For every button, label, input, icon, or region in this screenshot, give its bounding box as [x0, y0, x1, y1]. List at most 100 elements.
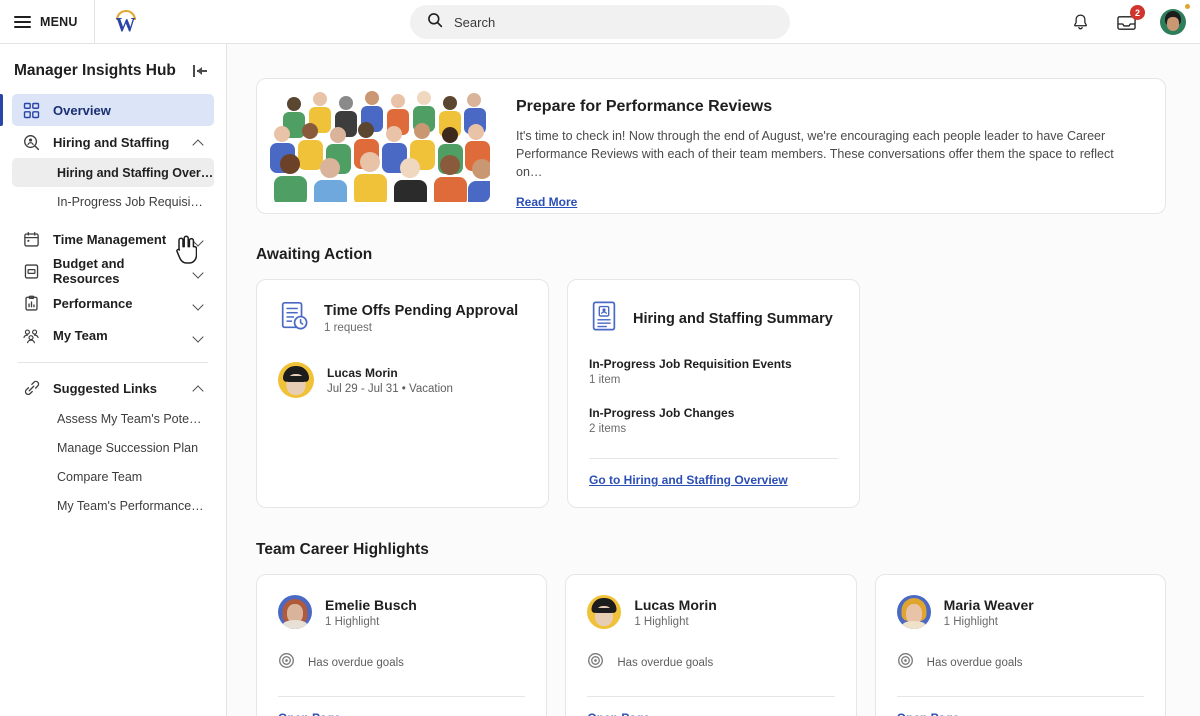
- suggested-link-manage-succession-plan[interactable]: Manage Succession Plan: [12, 433, 214, 462]
- menu-button[interactable]: MENU: [0, 0, 95, 44]
- highlight-count: 1 Highlight: [634, 615, 689, 628]
- employee-name: Lucas Morin: [634, 596, 717, 613]
- collapse-panel-icon[interactable]: [192, 63, 210, 79]
- sidebar-item-suggested-links[interactable]: Suggested Links: [12, 372, 214, 404]
- card-icon: [22, 262, 40, 280]
- sidebar-item-label: Overview: [53, 102, 111, 118]
- chevron-down-icon[interactable]: [193, 268, 204, 275]
- highlight-card-maria-weaver: Maria Weaver 1 Highlight Has overdue goa…: [874, 574, 1166, 716]
- top-bar: MENU W Search 2: [0, 0, 1200, 44]
- time-offs-title: Time Offs Pending Approval: [324, 303, 519, 319]
- chevron-up-icon[interactable]: [193, 139, 204, 146]
- document-person-icon: [589, 300, 619, 337]
- summary-row-label: In-Progress Job Requisition Events: [589, 357, 792, 371]
- inbox-button[interactable]: 2: [1114, 5, 1145, 34]
- request-dates: Jul 29 - Jul 31 • Vacation: [327, 382, 453, 395]
- search-person-icon: [22, 133, 40, 151]
- calendar-icon: [22, 230, 40, 248]
- read-more-link[interactable]: Read More: [516, 195, 577, 209]
- employee-name: Emelie Busch: [325, 596, 417, 613]
- suggested-link-label: Assess My Team's Pote…: [57, 411, 202, 426]
- highlight-count: 1 Highlight: [943, 615, 998, 628]
- sidebar-item-label: Budget and Resources: [53, 256, 125, 286]
- diverse-people-illustration: [268, 90, 490, 202]
- search-input[interactable]: Search: [454, 15, 495, 30]
- open-page-link[interactable]: Open Page: [587, 711, 834, 716]
- link-chain-icon: [22, 379, 40, 397]
- summary-row-requisition-events: In-Progress Job Requisition Events 1 ite…: [589, 357, 838, 386]
- summary-row-value: 2 items: [589, 423, 627, 435]
- sidebar-subitem-hiring-overview[interactable]: Hiring and Staffing Over…: [12, 158, 214, 187]
- chevron-down-icon[interactable]: [193, 300, 204, 307]
- sidebar-item-overview[interactable]: Overview: [0, 94, 214, 126]
- notifications-button[interactable]: [1068, 10, 1092, 34]
- announcement-title: Prepare for Performance Reviews: [516, 98, 773, 115]
- people-group-icon: [22, 326, 40, 344]
- logo-letter: W: [115, 13, 136, 36]
- sidebar-divider: [18, 362, 208, 363]
- summary-row-value: 1 item: [589, 374, 621, 386]
- suggested-link-label: Manage Succession Plan: [57, 440, 199, 455]
- user-avatar[interactable]: [1160, 9, 1186, 35]
- sidebar-item-budget-and-resources[interactable]: Budget and Resources: [12, 255, 214, 287]
- sidebar-subitem-label: Hiring and Staffing Over…: [57, 165, 214, 180]
- employee-name: Maria Weaver: [943, 596, 1034, 613]
- clipboard-chart-icon: [22, 294, 40, 312]
- workday-logo[interactable]: W: [95, 0, 157, 44]
- target-icon: [587, 652, 604, 674]
- chevron-down-icon[interactable]: [193, 332, 204, 339]
- search-box[interactable]: Search: [410, 5, 790, 39]
- highlight-status: Has overdue goals: [308, 657, 404, 669]
- status-dot: [1185, 4, 1190, 9]
- chevron-down-icon[interactable]: [193, 236, 204, 243]
- sidebar-subitem-label: In-Progress Job Requisi…: [57, 194, 203, 209]
- top-bar-actions: 2: [1068, 0, 1190, 44]
- hamburger-icon: [14, 15, 31, 28]
- sidebar: Manager Insights Hub Overview Hiring and…: [0, 44, 227, 716]
- chevron-up-icon[interactable]: [193, 385, 204, 392]
- announcement-card: Prepare for Performance Reviews It's tim…: [256, 78, 1166, 214]
- sidebar-item-label: My Team: [53, 327, 108, 343]
- sidebar-subitem-in-progress-job-requisitions[interactable]: In-Progress Job Requisi…: [12, 187, 214, 216]
- time-off-request-row[interactable]: Lucas Morin Jul 29 - Jul 31 • Vacation: [278, 362, 527, 398]
- main-content: Prepare for Performance Reviews It's tim…: [227, 44, 1200, 716]
- highlight-status: Has overdue goals: [617, 657, 714, 669]
- suggested-link-label: Compare Team: [57, 469, 143, 484]
- sidebar-item-label: Suggested Links: [53, 380, 158, 396]
- sidebar-item-hiring-and-staffing[interactable]: Hiring and Staffing: [12, 126, 214, 158]
- highlight-card-emelie-busch: Emelie Busch 1 Highlight Has overdue goa…: [256, 574, 548, 716]
- page-body: Manager Insights Hub Overview Hiring and…: [0, 44, 1200, 716]
- hiring-summary-title: Hiring and Staffing Summary: [633, 310, 833, 327]
- announcement-body: It's time to check in! Now through the e…: [516, 129, 1114, 179]
- search-icon: [427, 12, 443, 33]
- suggested-link-label: My Team's Performance…: [57, 498, 204, 513]
- card-divider: [896, 696, 1144, 697]
- grid-icon: [22, 101, 40, 119]
- sidebar-item-time-management[interactable]: Time Management: [12, 223, 214, 255]
- sidebar-item-performance[interactable]: Performance: [12, 287, 214, 319]
- search-container[interactable]: Search: [410, 5, 790, 39]
- suggested-link-assess-potential[interactable]: Assess My Team's Pote…: [12, 404, 214, 433]
- hiring-staffing-summary-card: Hiring and Staffing Summary In-Progress …: [567, 279, 860, 508]
- requester-name: Lucas Morin: [327, 365, 398, 380]
- awaiting-action-cards: Time Offs Pending Approval 1 request Luc…: [256, 279, 1166, 508]
- team-highlights-heading: Team Career Highlights: [256, 541, 429, 558]
- bell-icon: [1073, 13, 1087, 29]
- sidebar-item-label: Performance: [53, 295, 133, 311]
- avatar: [896, 595, 931, 629]
- time-offs-count: 1 request: [324, 322, 372, 334]
- go-to-hiring-overview-link[interactable]: Go to Hiring and Staffing Overview: [589, 473, 838, 487]
- sidebar-item-my-team[interactable]: My Team: [12, 319, 214, 351]
- suggested-link-team-performance[interactable]: My Team's Performance…: [12, 491, 214, 520]
- team-highlights-cards: Emelie Busch 1 Highlight Has overdue goa…: [256, 574, 1166, 716]
- open-page-link[interactable]: Open Page: [278, 711, 525, 716]
- avatar: [278, 595, 312, 629]
- time-offs-pending-card: Time Offs Pending Approval 1 request Luc…: [256, 279, 549, 508]
- summary-row-job-changes: In-Progress Job Changes 2 items: [589, 406, 838, 435]
- inbox-badge: 2: [1130, 5, 1145, 20]
- sidebar-header: Manager Insights Hub: [0, 44, 226, 94]
- card-divider: [589, 458, 838, 459]
- suggested-link-compare-team[interactable]: Compare Team: [12, 462, 214, 491]
- open-page-link[interactable]: Open Page: [897, 711, 1144, 716]
- sidebar-item-label: Time Management: [53, 231, 167, 247]
